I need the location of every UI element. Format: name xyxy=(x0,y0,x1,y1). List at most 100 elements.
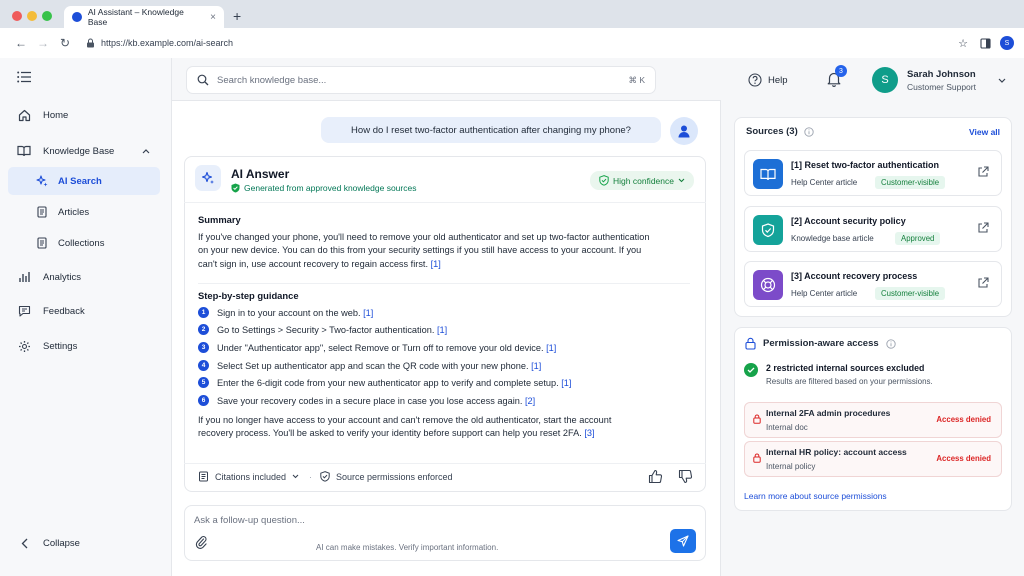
document-icon xyxy=(35,205,49,219)
sidebar-item-articles[interactable]: Articles xyxy=(8,198,160,226)
confidence-badge[interactable]: High confidence xyxy=(590,171,694,190)
collapse-label: Collapse xyxy=(43,537,80,549)
lock-icon xyxy=(745,337,756,350)
sparkle-icon xyxy=(195,165,221,191)
thumbs-down-icon[interactable] xyxy=(678,469,694,485)
menu-icon[interactable] xyxy=(17,71,31,83)
access-denied-label: Access denied xyxy=(936,454,991,463)
collapse-button[interactable]: Collapse xyxy=(8,529,160,557)
citation-link[interactable]: [3] xyxy=(584,428,594,438)
side-panel-icon[interactable] xyxy=(974,32,996,54)
separator-dot: · xyxy=(309,471,313,482)
chevron-down-icon xyxy=(292,474,299,479)
sidebar-item-home[interactable]: Home xyxy=(8,101,160,129)
new-tab-icon[interactable]: + xyxy=(233,8,241,24)
step-item: 5 Enter the 6-digit code from your new a… xyxy=(198,377,571,388)
answer-subtitle-text: Generated from approved knowledge source… xyxy=(244,183,417,193)
source-item[interactable]: [2] Account security policy Knowledge ba… xyxy=(744,206,1002,252)
external-link-icon[interactable] xyxy=(977,222,991,236)
user-menu[interactable]: S Sarah Johnson Customer Support xyxy=(872,66,1012,94)
browser-tab[interactable]: AI Assistant – Knowledge Base × xyxy=(64,6,224,28)
paperclip-icon[interactable] xyxy=(195,535,209,549)
citation-link[interactable]: [1] xyxy=(561,378,571,388)
user-icon xyxy=(670,117,698,145)
sources-title: Sources (3) xyxy=(746,126,798,137)
sidebar-item-label: Analytics xyxy=(43,271,82,283)
source-title: [1] Reset two-factor authentication xyxy=(791,160,940,170)
tab-close-icon[interactable]: × xyxy=(210,12,216,23)
chevron-left-icon xyxy=(17,536,31,550)
send-icon xyxy=(677,535,689,547)
citation-link[interactable]: [1] xyxy=(531,361,541,371)
step-text: Under "Authenticator app", select Remove… xyxy=(217,342,544,353)
closing-text: If you no longer have access to your acc… xyxy=(198,414,628,441)
sidebar-item-feedback[interactable]: Feedback xyxy=(8,297,160,325)
lock-icon xyxy=(753,453,761,463)
denied-source-row: Internal 2FA admin procedures Internal d… xyxy=(744,402,1002,438)
excluded-sources-notice: 2 restricted internal sources excluded R… xyxy=(744,363,933,386)
chevron-down-icon xyxy=(678,178,685,183)
sidebar-item-ai-search[interactable]: AI Search xyxy=(8,167,160,195)
step-text: Go to Settings > Security > Two-factor a… xyxy=(217,324,435,335)
book-icon xyxy=(753,159,783,189)
maximize-window-icon[interactable] xyxy=(42,11,52,21)
external-link-icon[interactable] xyxy=(977,166,991,180)
source-item[interactable]: [3] Account recovery process Help Center… xyxy=(744,261,1002,307)
divider xyxy=(198,283,690,284)
summary-text: If you've changed your phone, you'll nee… xyxy=(198,231,658,271)
sidebar-item-knowledge-base[interactable]: Knowledge Base xyxy=(8,137,160,165)
notifications-button[interactable]: 3 xyxy=(823,65,847,90)
chevron-up-icon[interactable] xyxy=(142,148,150,154)
avatar: S xyxy=(872,67,898,93)
address-bar[interactable]: https://kb.example.com/ai-search xyxy=(86,32,952,54)
answer-title: AI Answer xyxy=(231,167,290,181)
citation-link[interactable]: [1] xyxy=(363,308,373,318)
help-button[interactable]: Help xyxy=(748,70,788,90)
close-window-icon[interactable] xyxy=(12,11,22,21)
back-icon[interactable]: ← xyxy=(10,32,32,54)
info-icon[interactable] xyxy=(886,338,896,349)
citations-dropdown[interactable]: Citations included · xyxy=(198,471,312,482)
step-text: Sign in to your account on the web. xyxy=(217,307,361,318)
info-icon[interactable] xyxy=(804,126,814,137)
followup-input[interactable] xyxy=(194,513,634,527)
send-button[interactable] xyxy=(670,529,696,553)
search-input[interactable]: Search knowledge base... xyxy=(217,75,326,86)
citation-link[interactable]: [1] xyxy=(437,325,447,335)
step-item: 1 Sign in to your account on the web. [1… xyxy=(198,307,373,318)
help-label: Help xyxy=(768,74,788,86)
browser-profile-avatar[interactable]: S xyxy=(1000,36,1014,50)
forward-icon[interactable]: → xyxy=(32,32,54,54)
lock-icon xyxy=(87,38,94,48)
citation-link[interactable]: [2] xyxy=(525,396,535,406)
source-type: Help Center article xyxy=(791,178,858,187)
source-type: Knowledge base article xyxy=(791,234,874,243)
sidebar-item-collections[interactable]: Collections xyxy=(8,229,160,257)
denied-source-type: Internal policy xyxy=(766,462,816,471)
sidebar-item-label: Articles xyxy=(58,206,90,218)
lifebuoy-icon xyxy=(753,270,783,300)
step-text: Select Set up authenticator app and scan… xyxy=(217,360,529,371)
reload-icon[interactable]: ↻ xyxy=(54,32,76,54)
answer-subtitle: Generated from approved knowledge source… xyxy=(231,183,416,193)
citation-link[interactable]: [1] xyxy=(546,343,556,353)
minimize-window-icon[interactable] xyxy=(27,11,37,21)
external-link-icon[interactable] xyxy=(977,277,991,291)
step-number: 4 xyxy=(198,360,209,371)
permissions-heading: Permission-aware access xyxy=(745,337,896,350)
divider xyxy=(184,463,706,464)
shield-check-icon xyxy=(320,471,330,482)
learn-more-link[interactable]: Learn more about source permissions xyxy=(744,491,887,501)
search-icon xyxy=(197,74,209,86)
thumbs-up-icon[interactable] xyxy=(648,469,664,485)
bookmark-star-icon[interactable]: ☆ xyxy=(952,32,974,54)
citation-link[interactable]: [1] xyxy=(431,259,441,269)
sidebar-item-label: Settings xyxy=(43,340,78,352)
sparkle-icon xyxy=(35,174,49,188)
sidebar-item-settings[interactable]: Settings xyxy=(8,332,160,360)
sidebar-item-analytics[interactable]: Analytics xyxy=(8,263,160,291)
source-item[interactable]: [1] Reset two-factor authentication Help… xyxy=(744,150,1002,196)
search-bar[interactable]: Search knowledge base... ⌘ K xyxy=(186,66,656,94)
view-all-link[interactable]: View all xyxy=(969,127,1000,137)
permissions-enforced-label: Source permissions enforced xyxy=(336,471,453,482)
